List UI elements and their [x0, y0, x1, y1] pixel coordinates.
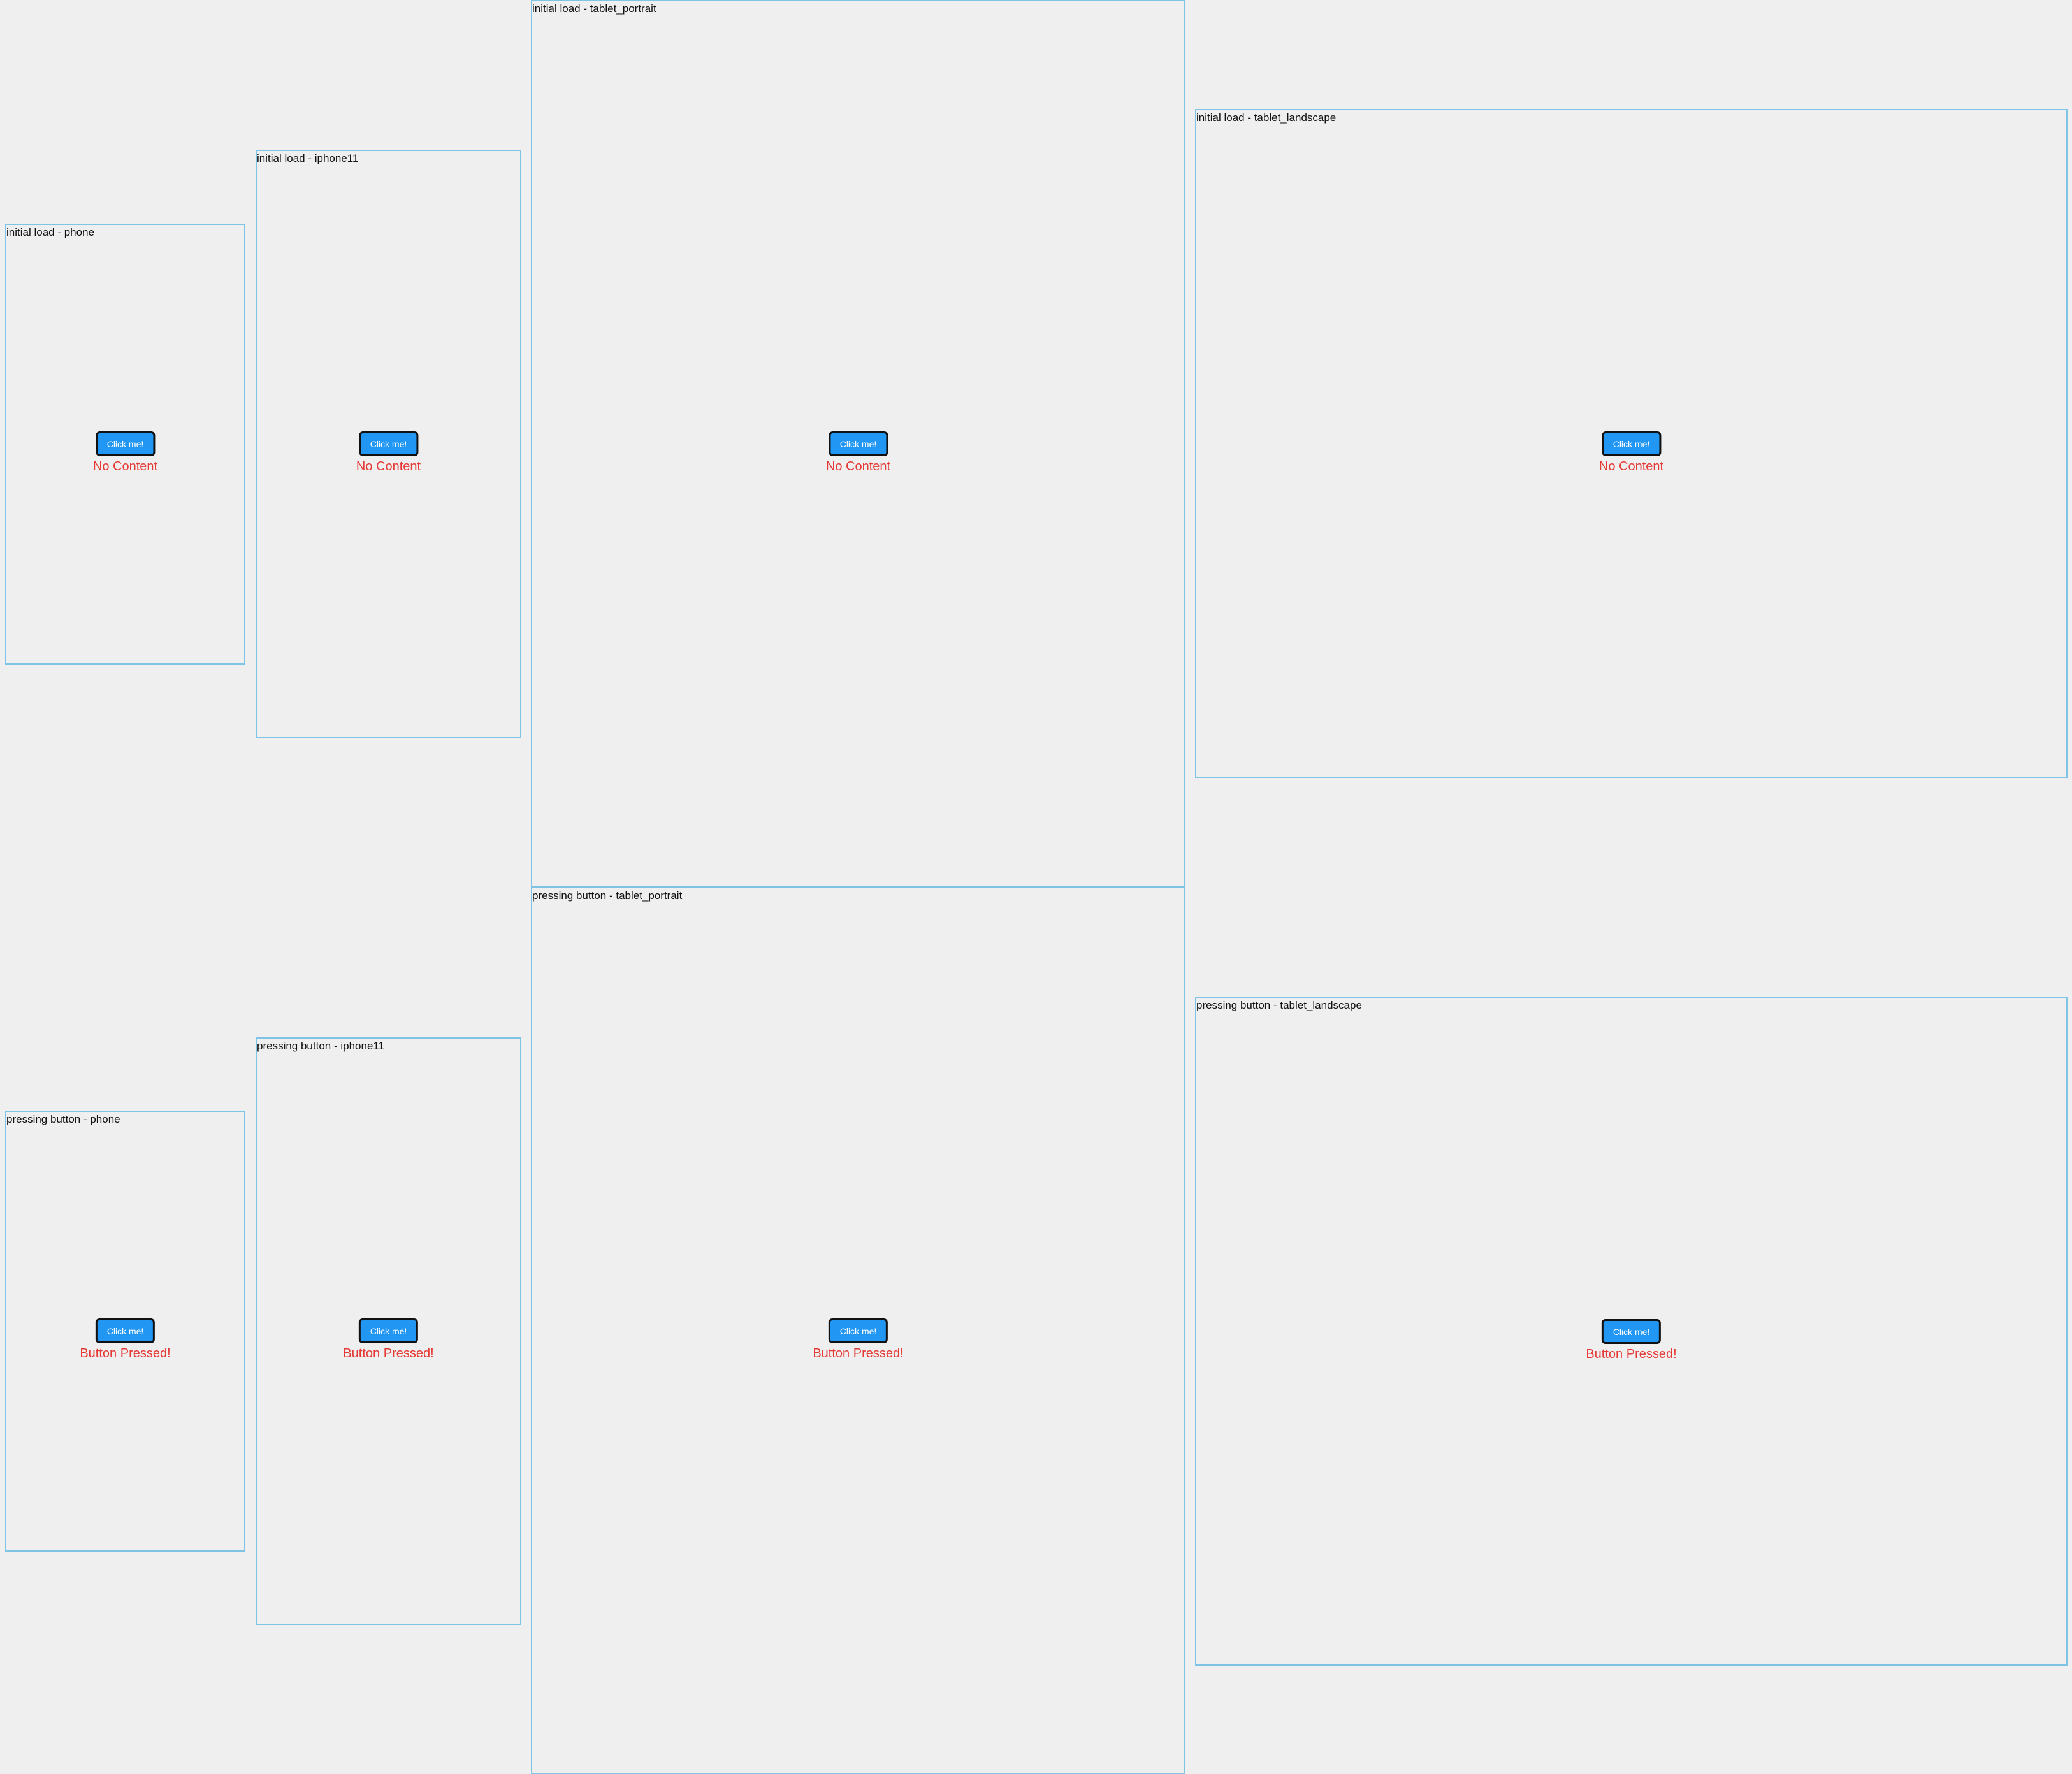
status-text: No Content — [825, 459, 891, 473]
frame-initial-load-tablet-landscape: initial load - tablet_landscape Click me… — [1195, 109, 2068, 778]
frame-label: pressing button - tablet_landscape — [1196, 999, 1362, 1011]
content-stack: Click me! No Content — [1599, 431, 1663, 474]
click-me-button[interactable]: Click me! — [829, 1318, 888, 1343]
status-text: Button Pressed! — [813, 1346, 904, 1360]
frame-label: pressing button - tablet_portrait — [532, 890, 683, 902]
click-me-button[interactable]: Click me! — [828, 431, 888, 456]
status-text: Button Pressed! — [343, 1346, 434, 1360]
frame-label: pressing button - iphone11 — [257, 1040, 385, 1052]
frame-label: initial load - iphone11 — [257, 152, 359, 164]
content-stack: Click me! No Content — [93, 431, 157, 474]
content-stack: Click me! Button Pressed! — [813, 1318, 904, 1361]
frame-initial-load-phone: initial load - phone Click me! No Conten… — [5, 224, 245, 665]
status-text: No Content — [1598, 459, 1664, 473]
frame-pressing-button-tablet-portrait: pressing button - tablet_portrait Click … — [531, 887, 1185, 1774]
frame-label: initial load - tablet_portrait — [532, 3, 656, 15]
content-stack: Click me! No Content — [356, 431, 421, 474]
click-me-button[interactable]: Click me! — [1602, 1319, 1661, 1344]
frame-initial-load-iphone11: initial load - iphone11 Click me! No Con… — [256, 150, 521, 738]
status-text: Button Pressed! — [1586, 1347, 1677, 1361]
click-me-button[interactable]: Click me! — [359, 1318, 418, 1343]
content-stack: Click me! Button Pressed! — [1586, 1319, 1677, 1362]
status-text: Button Pressed! — [80, 1346, 171, 1360]
status-text: No Content — [356, 459, 421, 473]
frame-initial-load-tablet-portrait: initial load - tablet_portrait Click me!… — [531, 0, 1185, 887]
content-stack: Click me! Button Pressed! — [343, 1318, 434, 1361]
click-me-button[interactable]: Click me! — [96, 1318, 155, 1343]
frame-label: pressing button - phone — [6, 1113, 120, 1125]
status-text: No Content — [92, 459, 158, 473]
frame-pressing-button-iphone11: pressing button - iphone11 Click me! But… — [256, 1037, 521, 1625]
content-stack: Click me! No Content — [826, 431, 890, 474]
content-stack: Click me! Button Pressed! — [80, 1318, 171, 1361]
frame-label: initial load - phone — [6, 226, 94, 238]
click-me-button[interactable]: Click me! — [95, 431, 155, 456]
frame-pressing-button-tablet-landscape: pressing button - tablet_landscape Click… — [1195, 997, 2068, 1666]
frame-label: initial load - tablet_landscape — [1196, 112, 1337, 124]
click-me-button[interactable]: Click me! — [358, 431, 418, 456]
frame-pressing-button-phone: pressing button - phone Click me! Button… — [5, 1111, 245, 1552]
click-me-button[interactable]: Click me! — [1601, 431, 1661, 456]
